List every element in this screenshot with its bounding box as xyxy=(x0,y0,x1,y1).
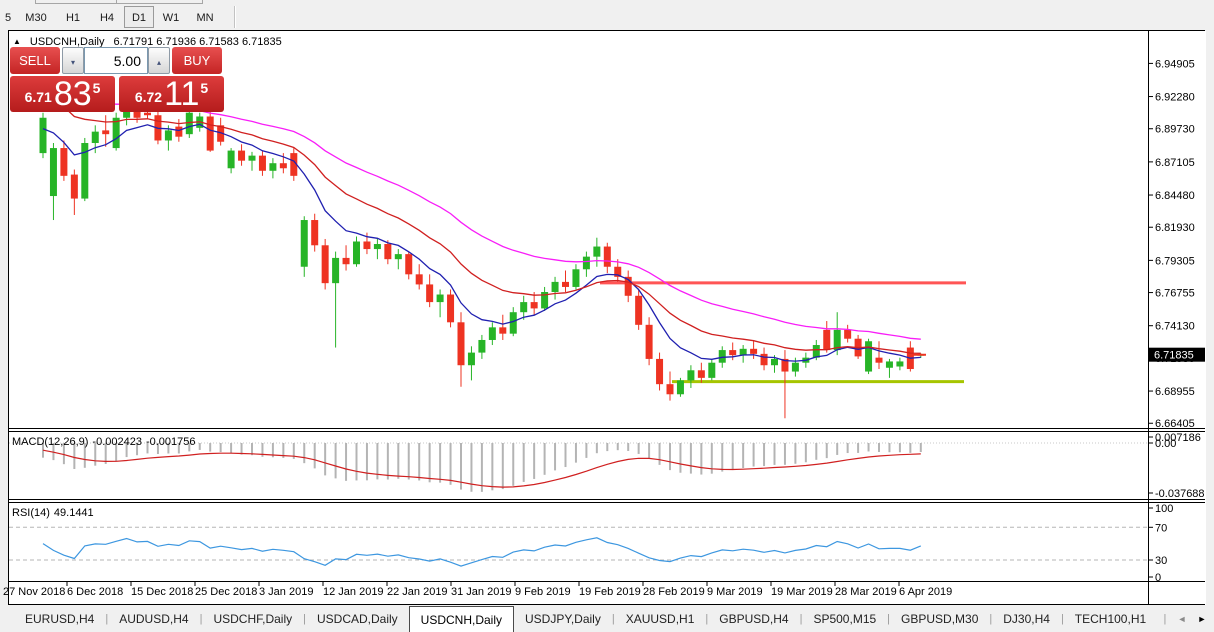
date-label: 28 Mar 2019 xyxy=(835,586,897,598)
timeframe-toolbar: 5M30H1H4D1W1MN xyxy=(0,4,235,30)
buy-price-major: 6.72 xyxy=(135,89,162,105)
tab-scroll-controls: | ◄ ► xyxy=(1158,606,1212,632)
price-axis-label: 6.87105 xyxy=(1155,157,1195,169)
toolbar-separator xyxy=(234,6,235,28)
timeframe-button-h1[interactable]: H1 xyxy=(56,6,90,28)
date-label: 19 Mar 2019 xyxy=(771,586,833,598)
tab-scroll-right-icon[interactable]: ► xyxy=(1198,614,1207,624)
trading-platform-window: 5M30H1H4D1W1MN 6.949056.922806.897306.87… xyxy=(0,0,1214,632)
price-axis-label: 6.81930 xyxy=(1155,222,1195,234)
date-label: 12 Jan 2019 xyxy=(323,586,384,598)
chart-tab-dj30-h4[interactable]: DJ30,H4 xyxy=(992,606,1061,632)
sell-price-pips: 83 xyxy=(54,77,92,111)
triangle-down-icon: ▾ xyxy=(71,58,75,67)
price-axis-label: 6.89730 xyxy=(1155,124,1195,136)
timeframe-button-5[interactable]: 5 xyxy=(0,6,16,28)
buy-price-box[interactable]: 6.72115 xyxy=(119,76,224,112)
chart-tab-gbpusd-m30[interactable]: GBPUSD,M30 xyxy=(890,606,989,632)
date-label: 28 Feb 2019 xyxy=(643,586,705,598)
rsi-axis-label: 100 xyxy=(1155,503,1173,515)
timeframe-button-d1[interactable]: D1 xyxy=(124,6,154,28)
chart-tab-eurusd-h4[interactable]: EURUSD,H4 xyxy=(14,606,105,632)
date-label: 9 Mar 2019 xyxy=(707,586,763,598)
volume-input[interactable] xyxy=(84,47,148,74)
timeframe-button-mn[interactable]: MN xyxy=(188,6,222,28)
chart-tab-usdcnh-daily[interactable]: USDCNH,Daily xyxy=(409,606,514,632)
buy-price-fraction: 5 xyxy=(200,80,208,96)
rsi-axis-label: 0 xyxy=(1155,572,1161,584)
date-axis[interactable]: 27 Nov 20186 Dec 2018 15 Dec 201825 Dec 2… xyxy=(0,585,1148,603)
macd-indicator-label: MACD(12,26,9)-0.002423-0.001756 xyxy=(12,436,200,448)
tab-scroll-left-icon[interactable]: ◄ xyxy=(1178,614,1187,624)
rsi-indicator-label: RSI(14)49.1441 xyxy=(12,507,98,519)
timeframe-button-h4[interactable]: H4 xyxy=(90,6,124,28)
tab-separator: | xyxy=(1164,613,1167,625)
date-label: 15 Dec 2018 xyxy=(131,586,193,598)
current-price-tag-text: 6.71835 xyxy=(1154,350,1194,362)
price-axis-label: 6.68955 xyxy=(1155,386,1195,398)
chart-tab-bar: EURUSD,H4|AUDUSD,H4|USDCHF,Daily|USDCAD,… xyxy=(0,606,1172,632)
macd-axis-label: 0.00 xyxy=(1155,438,1176,450)
price-axis-label: 6.84480 xyxy=(1155,190,1195,202)
date-label: 19 Feb 2019 xyxy=(579,586,641,598)
date-label: 31 Jan 2019 xyxy=(451,586,512,598)
timeframe-button-w1[interactable]: W1 xyxy=(154,6,188,28)
chart-tab-audusd-h4[interactable]: AUDUSD,H4 xyxy=(108,606,199,632)
chart-canvas[interactable]: 6.94905 6.92280 6.89730 6.87105 6.84480 6.819… xyxy=(0,30,1214,606)
timeframe-button-m30[interactable]: M30 xyxy=(16,6,56,28)
date-label: 3 Jan 2019 xyxy=(259,586,313,598)
sell-price-fraction: 5 xyxy=(93,80,101,96)
chart-tab-sp500-m15[interactable]: SP500,M15 xyxy=(802,606,887,632)
buy-price-pips: 11 xyxy=(164,77,199,111)
price-axis-label: 6.79305 xyxy=(1155,255,1195,267)
price-axis-label: 6.76755 xyxy=(1155,288,1195,300)
sell-price-major: 6.71 xyxy=(25,89,52,105)
chart-tab-tech100-h1[interactable]: TECH100,H1 xyxy=(1064,606,1157,632)
price-axis-label: 6.94905 xyxy=(1155,58,1195,70)
volume-increase-button[interactable]: ▴ xyxy=(148,47,170,74)
date-label: 9 Feb 2019 xyxy=(515,586,571,598)
price-axis-label: 6.66405 xyxy=(1155,418,1195,430)
sell-button[interactable]: SELL xyxy=(10,47,60,74)
volume-decrease-button[interactable]: ▾ xyxy=(62,47,84,74)
chart-tab-gbpusd-h4[interactable]: GBPUSD,H4 xyxy=(708,606,799,632)
one-click-trading-panel: SELL ▾ ▴ BUY 6.71835 6.72115 xyxy=(10,47,224,112)
price-axis-label: 6.92280 xyxy=(1155,92,1195,104)
sell-price-box[interactable]: 6.71835 xyxy=(10,76,115,112)
chart-tab-usdcad-daily[interactable]: USDCAD,Daily xyxy=(306,606,409,632)
macd-axis-label: -0.037688 xyxy=(1155,488,1205,500)
collapse-triangle-icon[interactable]: ▲ xyxy=(13,37,21,46)
chart-tab-xauusd-h1[interactable]: XAUUSD,H1 xyxy=(615,606,706,632)
price-axis-label: 6.74130 xyxy=(1155,321,1195,333)
date-label: 25 Dec 2018 xyxy=(195,586,257,598)
rsi-axis-label: 70 xyxy=(1155,522,1167,534)
chart-tab-usdchf-daily[interactable]: USDCHF,Daily xyxy=(202,606,303,632)
date-label: 6 Apr 2019 xyxy=(899,586,952,598)
date-label: 27 Nov 2018 xyxy=(3,586,65,598)
buy-button[interactable]: BUY xyxy=(172,47,222,74)
date-label: 6 Dec 2018 xyxy=(67,586,123,598)
rsi-axis-label: 30 xyxy=(1155,555,1167,567)
triangle-up-icon: ▴ xyxy=(157,58,161,67)
chart-tab-usdjpy-daily[interactable]: USDJPY,Daily xyxy=(514,606,612,632)
date-label: 22 Jan 2019 xyxy=(387,586,448,598)
